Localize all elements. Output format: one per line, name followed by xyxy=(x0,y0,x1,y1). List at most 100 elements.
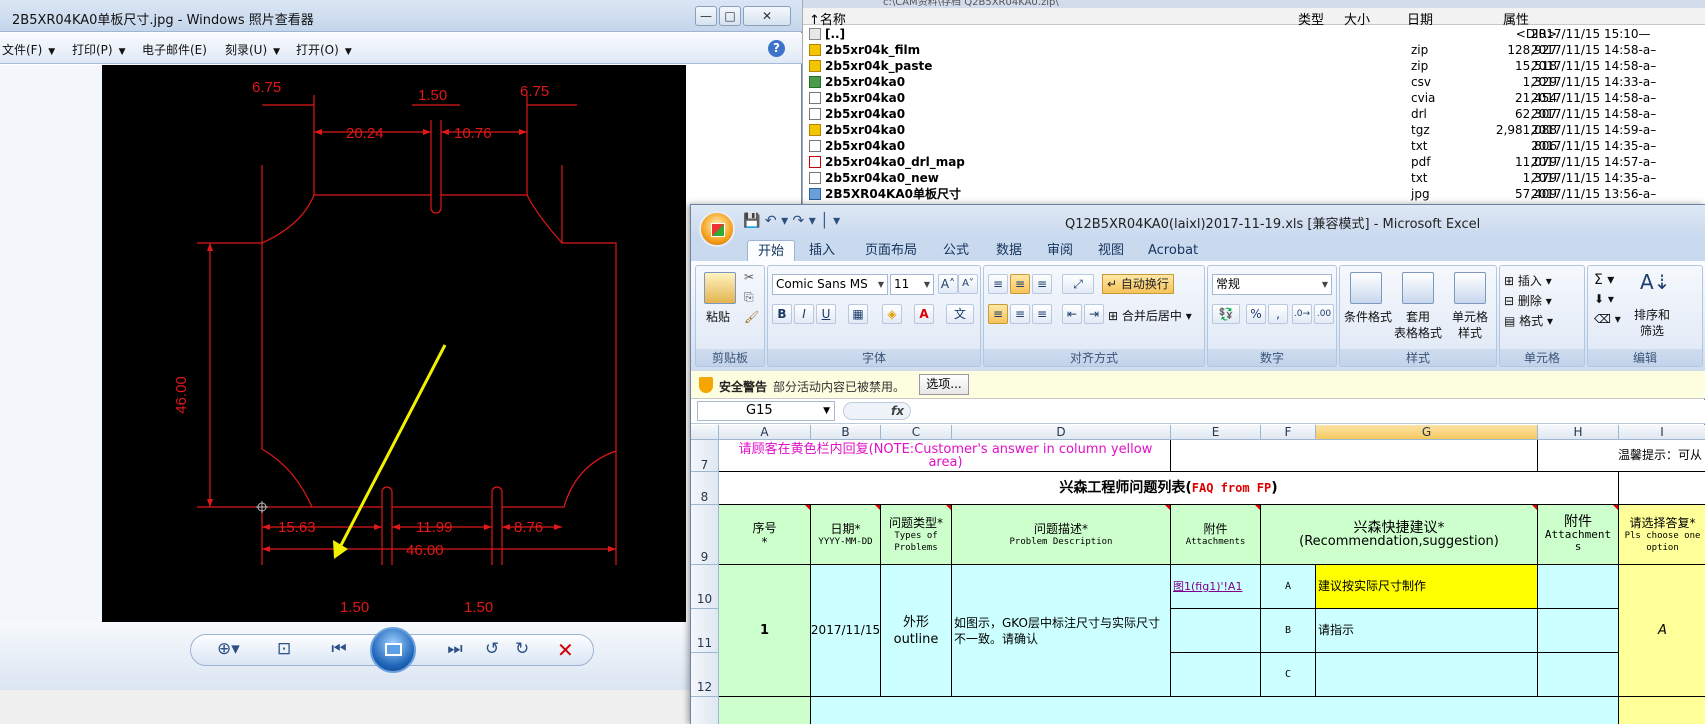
cell-description[interactable]: 如图示，GKO层中标注尺寸与实际尺寸不一致。请确认 xyxy=(952,565,1171,697)
office-button[interactable] xyxy=(699,211,735,247)
file-list-row[interactable]: [..] <DIR> 2017/11/15 15:10— xyxy=(803,26,1705,42)
table-format-label-1[interactable]: 套用 xyxy=(1406,308,1430,325)
minimize-button[interactable]: — xyxy=(695,6,717,26)
quick-access-toolbar[interactable]: 💾 ↶ ▾ ↷ ▾ │ ▾ xyxy=(743,213,840,229)
delete-icon[interactable]: ✕ xyxy=(557,638,574,662)
cell-option-c[interactable]: C xyxy=(1261,653,1316,697)
menu-print[interactable]: 打印(P) ▼ xyxy=(72,41,126,58)
file-list-row[interactable]: 2b5xr04ka0_drl_map pdf 11,079 2017/11/15 14… xyxy=(803,154,1705,170)
row-header-13[interactable] xyxy=(691,697,719,724)
copy-icon[interactable]: ⎘ xyxy=(744,290,754,305)
font-color-icon[interactable]: A xyxy=(914,304,934,324)
file-list-row[interactable]: 2b5xr04ka0 tgz 2,981,088 2017/11/15 14:59-a… xyxy=(803,122,1705,138)
cell-date[interactable]: 2017/11/15 xyxy=(811,565,881,697)
file-list-row[interactable]: 2b5xr04ka0_new txt 1,379 2017/11/15 14:35-a… xyxy=(803,170,1705,186)
cell-style-label-1[interactable]: 单元格 xyxy=(1452,308,1488,325)
tab-review[interactable]: 审阅 xyxy=(1037,240,1083,261)
cell-i8[interactable] xyxy=(1619,472,1705,505)
header-attachments-2[interactable]: 附件 Attachments xyxy=(1538,505,1619,565)
cell-a13[interactable] xyxy=(719,697,811,724)
row-header-8[interactable]: 8 xyxy=(691,472,719,505)
decrease-indent-icon[interactable]: ⇤ xyxy=(1062,304,1082,324)
tab-acrobat[interactable]: Acrobat xyxy=(1138,240,1208,261)
cell-h11[interactable] xyxy=(1538,609,1619,653)
delete-button[interactable]: ⊟ 删除 ▾ xyxy=(1504,292,1552,309)
menu-burn[interactable]: 刻录(U) ▼ xyxy=(225,41,280,58)
border-icon[interactable]: ▦ xyxy=(848,304,868,324)
clear-icon[interactable]: ⌫ ▾ xyxy=(1594,312,1621,326)
cell-option-a[interactable]: A xyxy=(1261,565,1316,609)
help-icon[interactable]: ? xyxy=(768,40,785,57)
row-header-9[interactable]: 9 xyxy=(691,505,719,565)
fill-color-icon[interactable]: ◈ xyxy=(882,304,902,324)
col-header-i[interactable]: I xyxy=(1619,425,1705,440)
cut-icon[interactable]: ✂ xyxy=(744,270,754,284)
file-list-row[interactable]: 2b5xr04ka0 drl 62,307 2017/11/15 14:58-a– xyxy=(803,106,1705,122)
col-header-a[interactable]: A xyxy=(719,425,811,440)
insert-button[interactable]: ⊞ 插入 ▾ xyxy=(1504,272,1552,289)
file-list-row[interactable]: 2b5xr04k_paste zip 15,518 2017/11/15 14:58-… xyxy=(803,58,1705,74)
close-button[interactable]: ✕ xyxy=(743,6,791,26)
header-date[interactable]: 日期* YYYY-MM-DD xyxy=(811,505,881,565)
header-no[interactable]: 序号 * xyxy=(719,505,811,565)
fit-window-icon[interactable]: ⊡ xyxy=(277,639,291,659)
tab-home[interactable]: 开始 xyxy=(747,240,796,261)
file-list-row[interactable]: 2B5XR04KA0单板尺寸 jpg 57,409 2017/11/15 13:56-… xyxy=(803,186,1705,202)
tab-insert[interactable]: 插入 xyxy=(799,240,845,261)
comma-icon[interactable]: , xyxy=(1268,304,1288,324)
col-header-e[interactable]: E xyxy=(1171,425,1261,440)
rotate-right-icon[interactable]: ↻ xyxy=(515,639,529,659)
cell-e7[interactable] xyxy=(1171,440,1538,472)
col-header-g[interactable]: G xyxy=(1316,425,1538,440)
header-recommendation[interactable]: 兴森快捷建议* (Recommendation,suggestion) xyxy=(1261,505,1538,565)
col-header-h[interactable]: H xyxy=(1538,425,1619,440)
percent-icon[interactable]: % xyxy=(1246,304,1266,324)
sheet-title-cell[interactable]: 兴森工程师问题列表(FAQ from FP) xyxy=(719,472,1619,505)
name-box[interactable]: G15 ▼ xyxy=(697,401,835,421)
phonetic-icon[interactable]: 文 xyxy=(946,304,974,324)
increase-indent-icon[interactable]: ⇥ xyxy=(1084,304,1104,324)
cell-recommendation-c[interactable] xyxy=(1316,653,1538,697)
sort-filter-label-1[interactable]: 排序和 xyxy=(1634,306,1670,323)
format-painter-icon[interactable]: 🖌 xyxy=(744,310,759,324)
sort-filter-button[interactable]: 筛选 xyxy=(1640,322,1664,339)
header-attachments[interactable]: 附件 Attachments xyxy=(1171,505,1261,565)
align-right-icon[interactable]: ≡ xyxy=(1032,304,1052,324)
row-header-12[interactable]: 12 xyxy=(691,653,719,697)
number-format-select[interactable]: 常规 ▼ xyxy=(1212,274,1332,295)
tip-cell[interactable]: 温馨提示：可从 xyxy=(1538,440,1705,472)
cell-h10[interactable] xyxy=(1538,565,1619,609)
paste-button[interactable]: 粘贴 xyxy=(706,308,730,325)
increase-decimal-icon[interactable]: .0→ xyxy=(1292,304,1312,324)
orientation-icon[interactable]: ⤢ xyxy=(1062,274,1094,294)
file-list-row[interactable]: 2b5xr04ka0 txt 806 2017/11/15 14:35-a– xyxy=(803,138,1705,154)
cell-answer[interactable]: A xyxy=(1619,565,1705,697)
align-middle-icon[interactable]: ≡ xyxy=(1010,274,1030,294)
insert-function-icon[interactable]: fx xyxy=(843,402,911,420)
grow-font-icon[interactable]: A˄ xyxy=(938,274,958,294)
align-left-icon[interactable]: ≡ xyxy=(988,304,1008,324)
header-type[interactable]: 问题类型* Types of Problems xyxy=(881,505,952,565)
fill-icon[interactable]: ⬇ ▾ xyxy=(1594,292,1614,306)
zoom-icon[interactable]: ⊕▾ xyxy=(217,639,240,659)
cell-recommendation-a[interactable]: 建议按实际尺寸制作 xyxy=(1316,565,1538,609)
decrease-decimal-icon[interactable]: .00 xyxy=(1314,304,1334,324)
file-list-row[interactable]: 2b5xr04k_film zip 128,927 2017/11/15 14:58-… xyxy=(803,42,1705,58)
font-name-select[interactable]: Comic Sans MS ▼ xyxy=(772,274,888,295)
menu-file[interactable]: 文件(F) ▼ xyxy=(2,41,55,58)
cell-e11[interactable] xyxy=(1171,609,1261,653)
menu-open[interactable]: 打开(O) ▼ xyxy=(296,41,352,58)
shrink-font-icon[interactable]: A˅ xyxy=(958,274,978,294)
header-choose[interactable]: 请选择答复* Pls choose one option xyxy=(1619,505,1705,565)
file-list-row[interactable]: 2b5xr04ka0 cvia 21,454 2017/11/15 14:58-a– xyxy=(803,90,1705,106)
slideshow-button[interactable] xyxy=(370,627,416,673)
cell-e12[interactable] xyxy=(1171,653,1261,697)
row-header-11[interactable]: 11 xyxy=(691,609,719,653)
security-options-button[interactable]: 选项... xyxy=(919,374,969,395)
previous-icon[interactable]: ⏮ xyxy=(313,639,365,659)
cell-option-b[interactable]: B xyxy=(1261,609,1316,653)
col-header-f[interactable]: F xyxy=(1261,425,1316,440)
col-header-d[interactable]: D xyxy=(952,425,1171,440)
col-header-c[interactable]: C xyxy=(881,425,952,440)
tab-page-layout[interactable]: 页面布局 xyxy=(855,240,927,261)
